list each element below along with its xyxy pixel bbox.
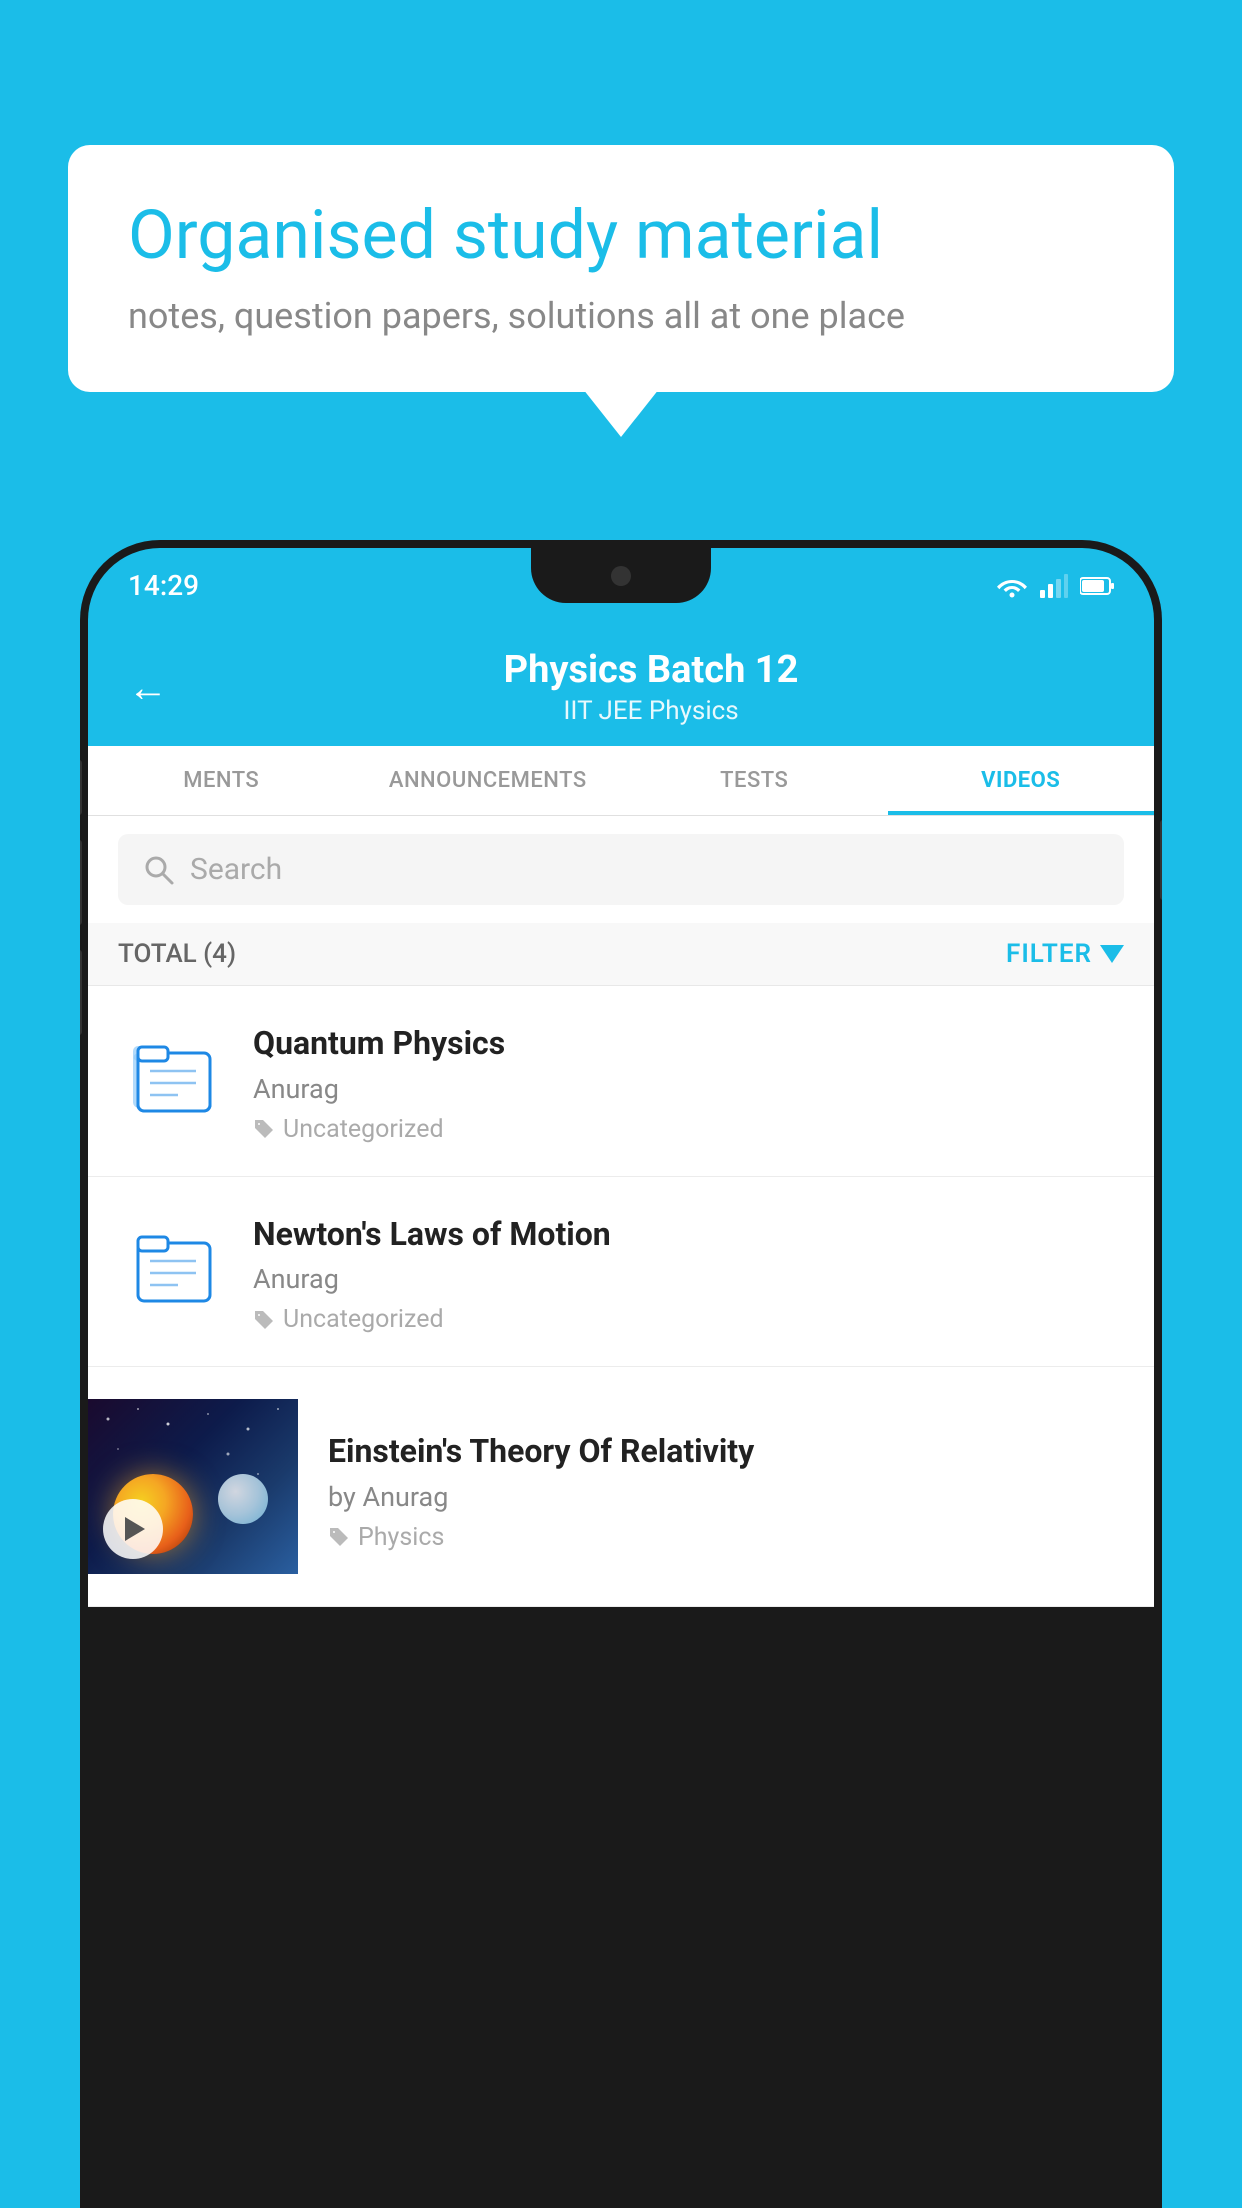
tab-videos[interactable]: VIDEOS — [888, 746, 1155, 815]
status-icons — [996, 574, 1114, 598]
video-author-3: by Anurag — [328, 1481, 1094, 1513]
app-header: ← Physics Batch 12 IIT JEE Physics — [88, 623, 1154, 746]
video-info-2: Newton's Laws of Motion Anurag Uncategor… — [253, 1209, 1124, 1335]
search-input-wrap[interactable]: Search — [118, 834, 1124, 905]
tag-label-2: Uncategorized — [283, 1305, 444, 1334]
search-placeholder: Search — [190, 852, 282, 887]
video-tag-1: Uncategorized — [253, 1115, 1124, 1144]
notch — [531, 548, 711, 603]
play-triangle-icon — [125, 1517, 145, 1541]
video-info-1: Quantum Physics Anurag Uncategorized — [253, 1018, 1124, 1144]
tab-announcements[interactable]: ANNOUNCEMENTS — [355, 746, 622, 815]
bubble-subtitle: notes, question papers, solutions all at… — [128, 295, 1114, 337]
tab-tests[interactable]: TESTS — [621, 746, 888, 815]
speech-bubble: Organised study material notes, question… — [68, 145, 1174, 392]
tag-icon-1 — [253, 1118, 275, 1140]
tab-bar: MENTS ANNOUNCEMENTS TESTS VIDEOS — [88, 746, 1154, 816]
folder-svg-icon-2 — [128, 1221, 218, 1306]
filter-triangle-icon — [1100, 945, 1124, 963]
volume-down-button — [80, 950, 82, 1035]
play-overlay — [88, 1399, 298, 1574]
einstein-thumbnail — [88, 1399, 298, 1574]
tag-icon-2 — [253, 1309, 275, 1331]
camera-dot — [611, 566, 631, 586]
play-button[interactable] — [103, 1499, 163, 1559]
tag-label-3: Physics — [358, 1523, 444, 1552]
signal-icon — [1040, 574, 1068, 598]
phone-frame: 14:29 — [80, 540, 1162, 2208]
header-title-block: Physics Batch 12 IIT JEE Physics — [188, 648, 1114, 726]
status-bar: 14:29 — [88, 548, 1154, 623]
bubble-title: Organised study material — [128, 195, 1114, 277]
video-title-2: Newton's Laws of Motion — [253, 1214, 1124, 1256]
search-icon — [143, 854, 175, 886]
header-subtitle: IIT JEE Physics — [188, 696, 1114, 726]
folder-icon-2 — [118, 1209, 228, 1319]
header-title: Physics Batch 12 — [188, 648, 1114, 692]
battery-icon — [1080, 576, 1114, 596]
video-tag-2: Uncategorized — [253, 1305, 1124, 1334]
tab-documents[interactable]: MENTS — [88, 746, 355, 815]
video-list: Quantum Physics Anurag Uncategorized — [88, 986, 1154, 1607]
video-title-1: Quantum Physics — [253, 1023, 1124, 1065]
tag-icon-3 — [328, 1526, 350, 1548]
folder-icon-1 — [118, 1018, 228, 1128]
tag-label-1: Uncategorized — [283, 1115, 444, 1144]
status-time: 14:29 — [128, 569, 199, 602]
video-tag-3: Physics — [328, 1523, 1094, 1552]
filter-row: TOTAL (4) FILTER — [88, 923, 1154, 986]
video-author-1: Anurag — [253, 1073, 1124, 1105]
video-title-3: Einstein's Theory Of Relativity — [328, 1431, 1094, 1473]
filter-label: FILTER — [1006, 939, 1092, 969]
power-button — [1160, 820, 1162, 900]
back-button[interactable]: ← — [128, 664, 168, 711]
filter-button[interactable]: FILTER — [1006, 939, 1124, 969]
silent-button — [80, 760, 82, 815]
total-count: TOTAL (4) — [118, 939, 236, 969]
list-item[interactable]: Einstein's Theory Of Relativity by Anura… — [88, 1367, 1154, 1607]
video-info-3: Einstein's Theory Of Relativity by Anura… — [298, 1399, 1124, 1552]
speech-bubble-container: Organised study material notes, question… — [68, 145, 1174, 392]
wifi-icon — [996, 574, 1028, 598]
list-item[interactable]: Newton's Laws of Motion Anurag Uncategor… — [88, 1177, 1154, 1368]
video-author-2: Anurag — [253, 1263, 1124, 1295]
search-container: Search — [88, 816, 1154, 923]
volume-up-button — [80, 840, 82, 925]
folder-svg-icon — [128, 1031, 218, 1116]
list-item[interactable]: Quantum Physics Anurag Uncategorized — [88, 986, 1154, 1177]
phone-inner: 14:29 — [88, 548, 1154, 2208]
